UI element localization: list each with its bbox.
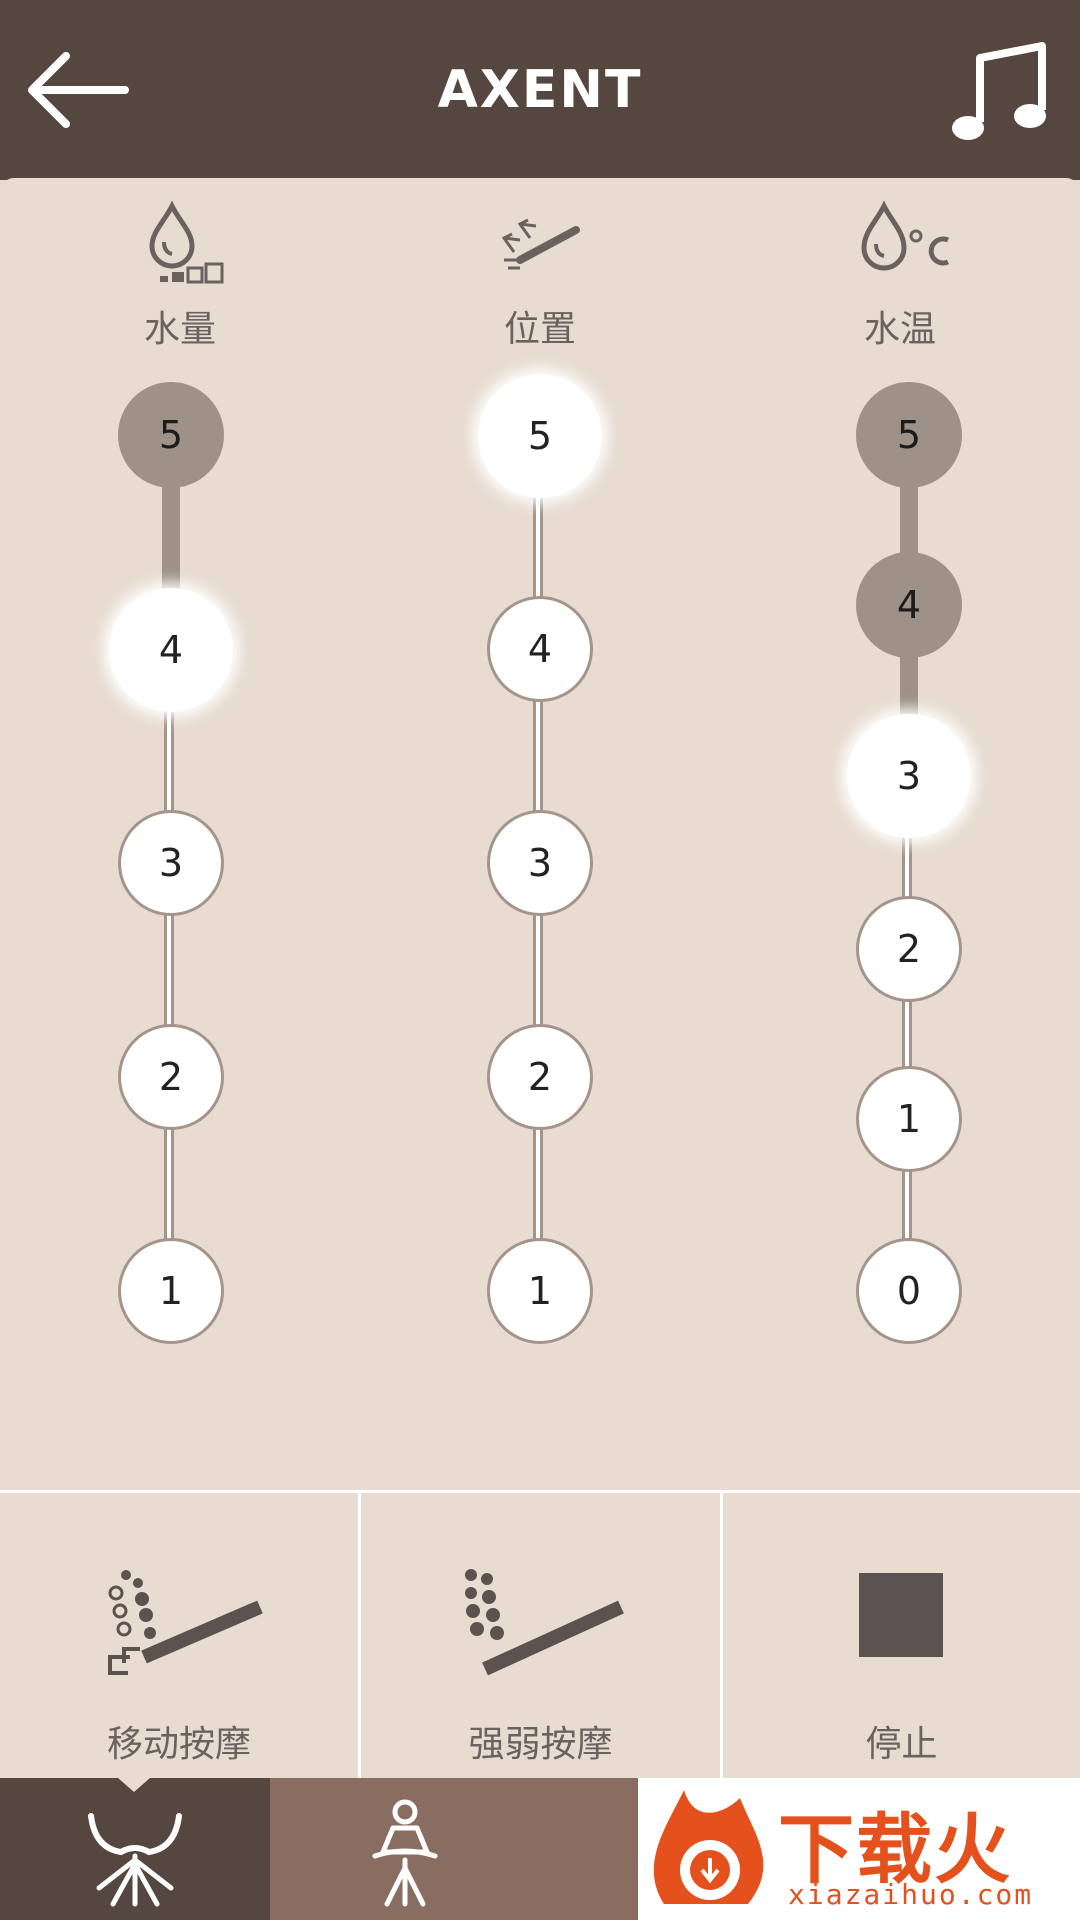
nav-tab-rear-wash[interactable] — [0, 1778, 270, 1920]
pulse-massage-button[interactable]: 强弱按摩 — [358, 1493, 720, 1781]
water-volume-level-3[interactable]: 3 — [118, 810, 224, 916]
water-temperature-level-1[interactable]: 1 — [856, 1066, 962, 1172]
water-temperature-level-4[interactable]: 4 — [856, 552, 962, 658]
moving-massage-icon — [108, 1570, 263, 1675]
water-temperature-level-2[interactable]: 2 — [856, 896, 962, 1002]
water-volume-icon — [149, 200, 224, 284]
water-temperature-level-5[interactable]: 5 — [856, 382, 962, 488]
stop-button[interactable]: 停止 — [720, 1493, 1080, 1781]
water-volume-level-4[interactable]: 4 — [109, 588, 233, 712]
music-button[interactable] — [950, 40, 1050, 150]
nozzle-position-level-3[interactable]: 3 — [487, 810, 593, 916]
back-button[interactable] — [20, 40, 130, 140]
nozzle-position-label: 位置 — [503, 309, 576, 350]
mode-bar: 移动按摩 强弱按摩 停止 — [0, 1490, 1080, 1781]
back-arrow-icon — [28, 52, 129, 128]
stop-icon — [859, 1573, 943, 1657]
app-header: AXENT — [0, 0, 1080, 180]
nav-tab-feminine-wash[interactable] — [270, 1778, 638, 1920]
rear-wash-icon — [88, 1813, 182, 1907]
pulse-massage-icon — [465, 1569, 624, 1676]
water-volume-level-5[interactable]: 5 — [118, 382, 224, 488]
nozzle-position-level-1[interactable]: 1 — [487, 1238, 593, 1344]
moving-massage-label: 移动按摩 — [106, 1724, 251, 1765]
music-note-icon — [952, 42, 1046, 140]
water-volume-label: 水量 — [143, 309, 216, 350]
stop-label: 停止 — [865, 1724, 938, 1765]
flame-logo-icon — [653, 1790, 764, 1904]
nav-selected-indicator — [118, 1778, 150, 1792]
water-volume-level-2[interactable]: 2 — [118, 1024, 224, 1130]
nozzle-position-level-5[interactable]: 5 — [478, 374, 602, 498]
feminine-wash-icon — [372, 1799, 438, 1907]
pulse-massage-label: 强弱按摩 — [468, 1724, 613, 1765]
water-temperature-label: 水温 — [863, 309, 936, 350]
moving-massage-button[interactable]: 移动按摩 — [0, 1493, 358, 1781]
nozzle-position-level-4[interactable]: 4 — [487, 596, 593, 702]
water-temperature-level-0[interactable]: 0 — [856, 1238, 962, 1344]
nozzle-position-level-2[interactable]: 2 — [487, 1024, 593, 1130]
watermark: 下载火 xiazaihuo.com — [638, 1778, 1080, 1920]
nozzle-position-icon — [501, 218, 580, 270]
settings-panel: 水量 位置 水温 5 4 3 2 1 5 4 3 2 1 5 4 3 2 1 0 — [0, 178, 1080, 1490]
water-volume-level-1[interactable]: 1 — [118, 1238, 224, 1344]
watermark-url: xiazaihuo.com — [788, 1878, 1034, 1911]
water-temperature-level-3[interactable]: 3 — [847, 714, 971, 838]
app-title: AXENT — [437, 60, 643, 120]
water-temperature-icon — [861, 200, 949, 271]
